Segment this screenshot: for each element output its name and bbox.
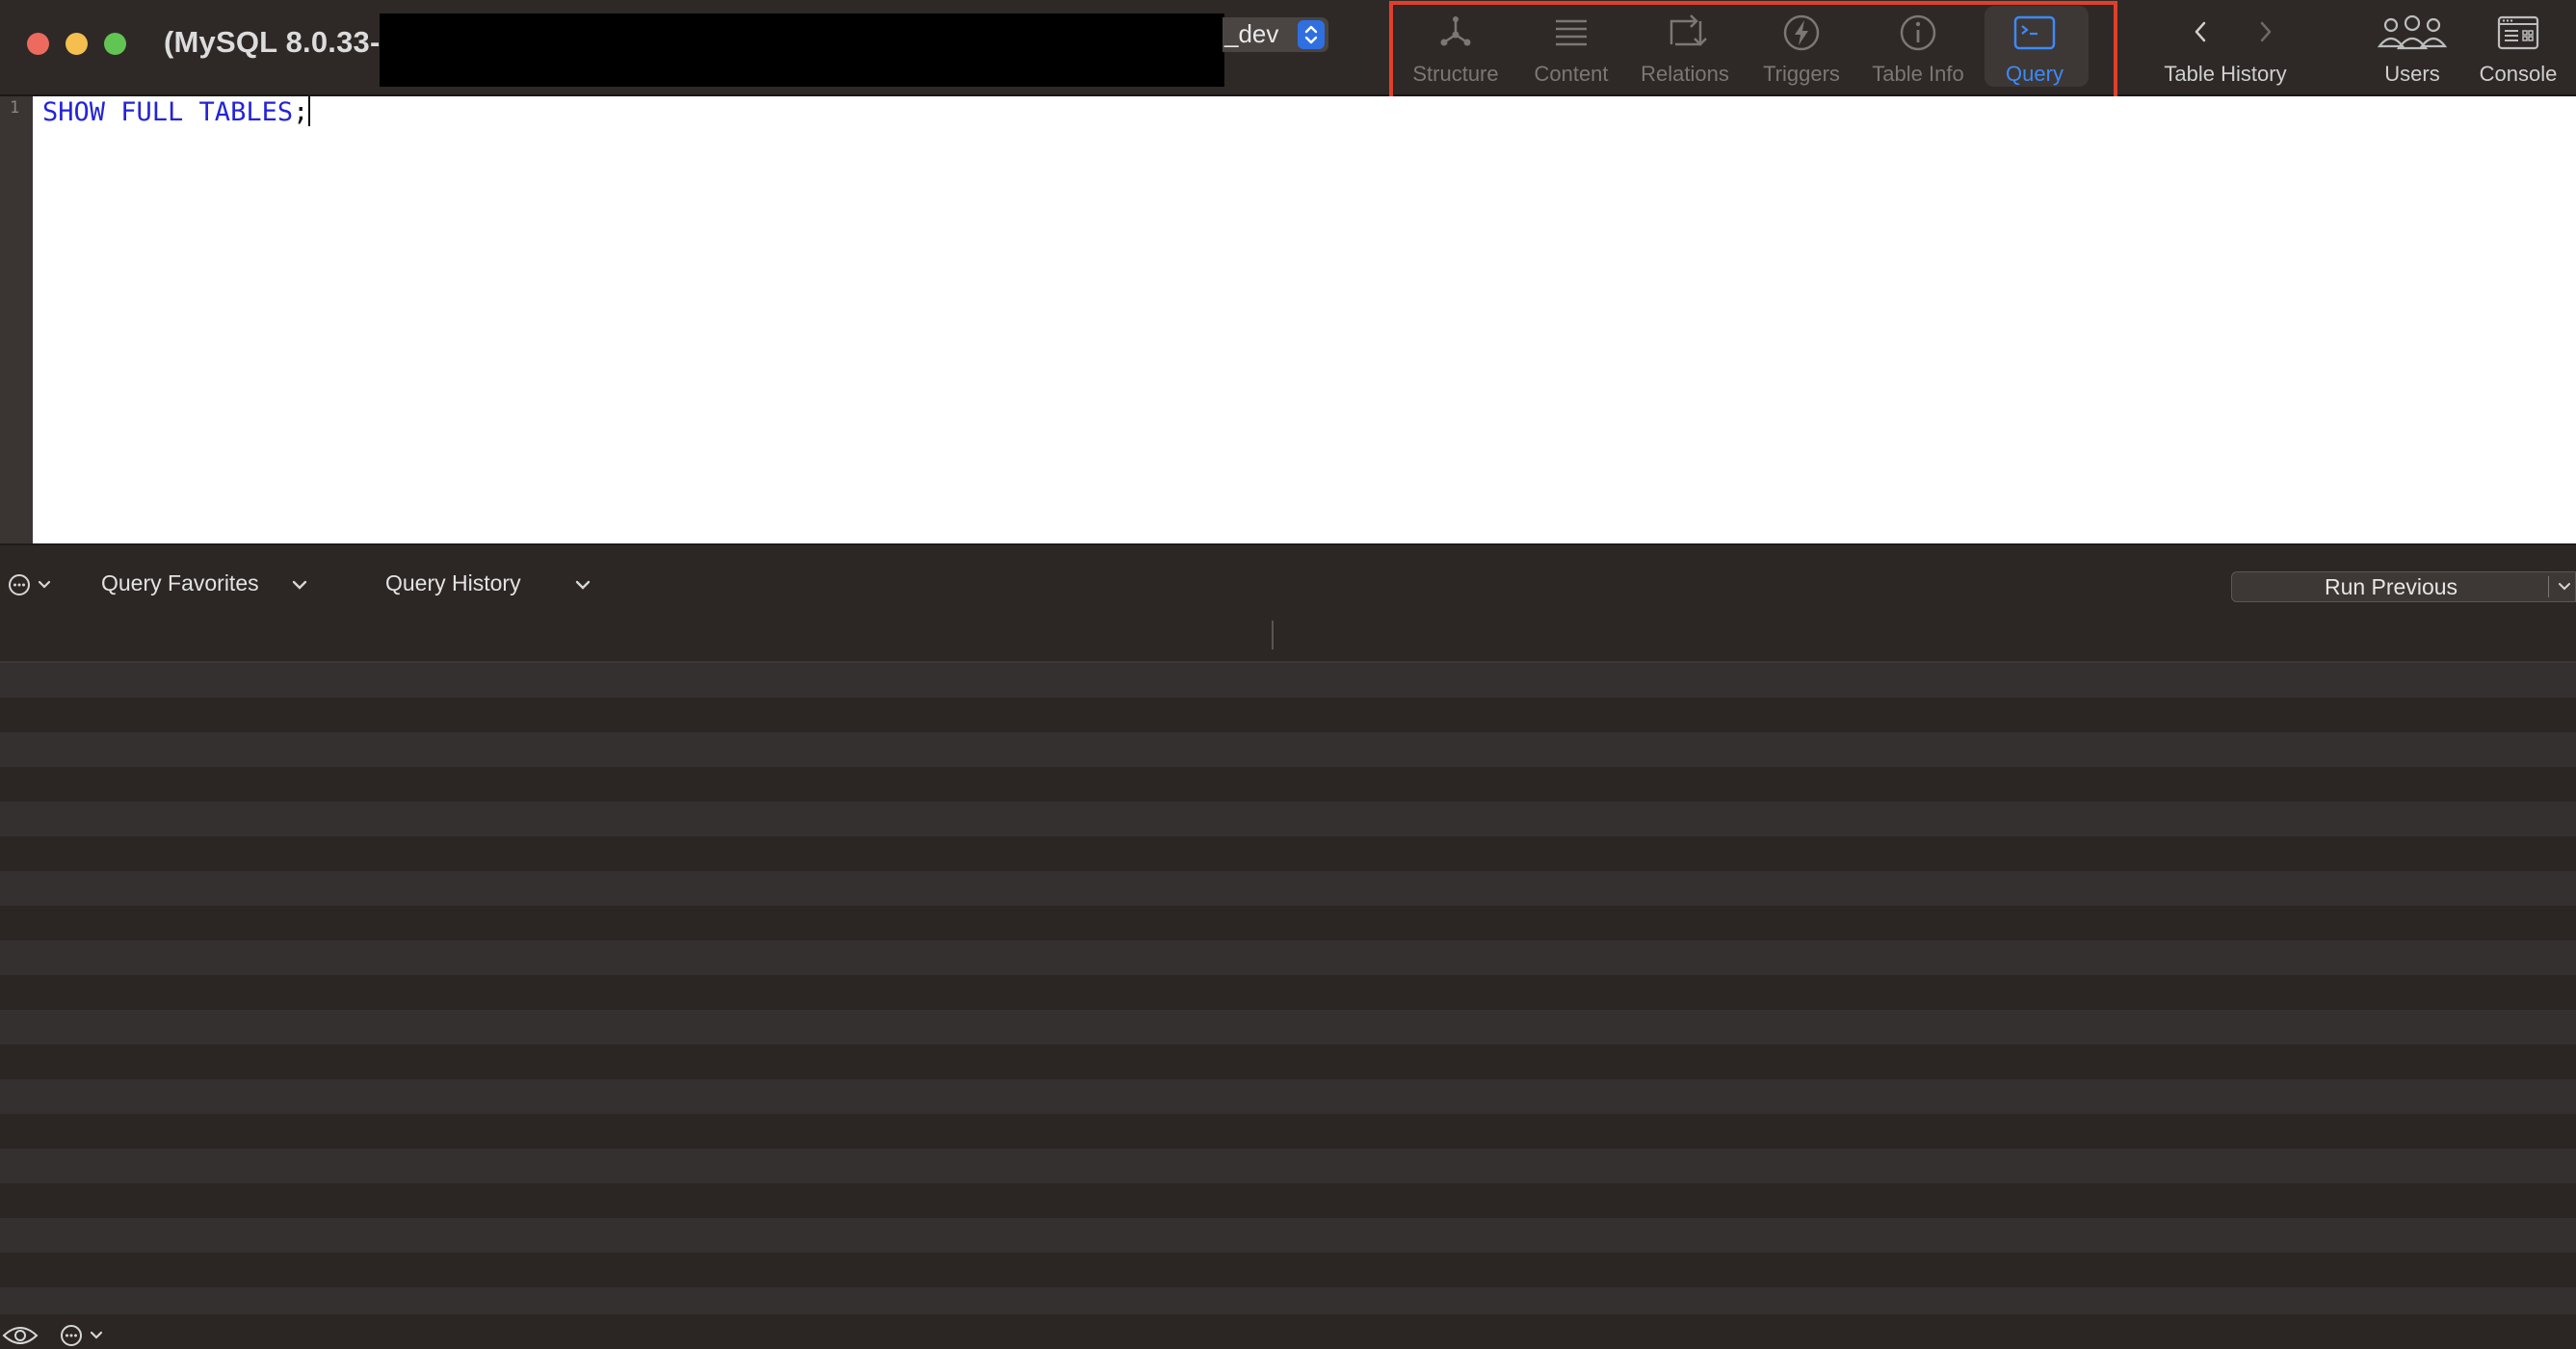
table-row [0,1114,2576,1149]
table-row [0,663,2576,698]
query-text: SHOW FULL TABLES; [42,96,311,127]
table-row [0,1287,2576,1314]
table-row [0,1045,2576,1079]
users-icon [2377,14,2448,50]
table-row [0,1253,2576,1287]
highlight-box [1389,1,2117,101]
table-row [0,1079,2576,1114]
minimize-window-button[interactable] [66,33,88,55]
query-editor[interactable]: SHOW FULL TABLES; [33,96,2576,543]
chevron-down-icon [575,580,591,590]
table-row [0,836,2576,871]
sql-terminator: ; [293,97,309,127]
text-caret [308,96,311,126]
line-number-gutter: 1 [0,96,33,543]
eye-icon[interactable] [2,1324,39,1347]
users-label: Users [2384,62,2440,86]
sql-statement: SHOW FULL TABLES [42,97,294,127]
line-number: 1 [10,98,20,118]
table-history: Table History [2148,0,2302,94]
run-options-chevron-icon[interactable] [2558,582,2571,592]
table-row [0,767,2576,802]
database-popup-stepper-icon[interactable] [1298,20,1325,49]
results-column-divider[interactable] [1272,621,1274,649]
table-row [0,1218,2576,1253]
status-bar [0,1314,2576,1349]
redacted-region [380,13,1224,87]
table-row [0,698,2576,732]
window-toolbar: (MySQL 8.0.33- _dev Structure Content Re… [0,0,2576,101]
database-selector[interactable]: _dev [1222,17,1328,52]
results-header [0,609,2576,663]
query-options-icon[interactable] [8,570,58,599]
query-history-label: Query History [385,570,521,595]
chevron-down-icon [292,580,307,590]
console-icon [2497,15,2539,50]
query-favorites-menu[interactable]: Query Favorites [101,570,307,596]
run-button-separator [2548,576,2549,597]
table-row [0,940,2576,975]
query-history-menu[interactable]: Query History [385,570,591,596]
users-button[interactable]: Users [2364,0,2460,94]
close-window-button[interactable] [27,33,49,55]
table-row [0,1010,2576,1045]
query-action-bar: Query Favorites Query History [0,545,2576,607]
history-forward-icon[interactable] [2254,17,2277,46]
zoom-window-button[interactable] [104,33,126,55]
table-row [0,732,2576,767]
table-history-label: Table History [2164,62,2287,86]
table-row [0,871,2576,906]
window-title: (MySQL 8.0.33- [164,25,381,59]
table-row [0,1183,2576,1218]
database-name: _dev [1224,19,1279,48]
history-back-icon[interactable] [2189,17,2212,46]
table-row [0,906,2576,940]
run-previous-button[interactable]: Run Previous [2231,571,2576,602]
table-row [0,1149,2576,1183]
console-label: Console [2479,62,2558,86]
query-favorites-label: Query Favorites [101,570,259,595]
table-row [0,975,2576,1010]
results-options-icon[interactable] [60,1323,110,1348]
run-previous-label: Run Previous [2324,574,2458,599]
table-row [0,802,2576,836]
results-table [0,663,2576,1314]
console-button[interactable]: Console [2470,0,2566,94]
